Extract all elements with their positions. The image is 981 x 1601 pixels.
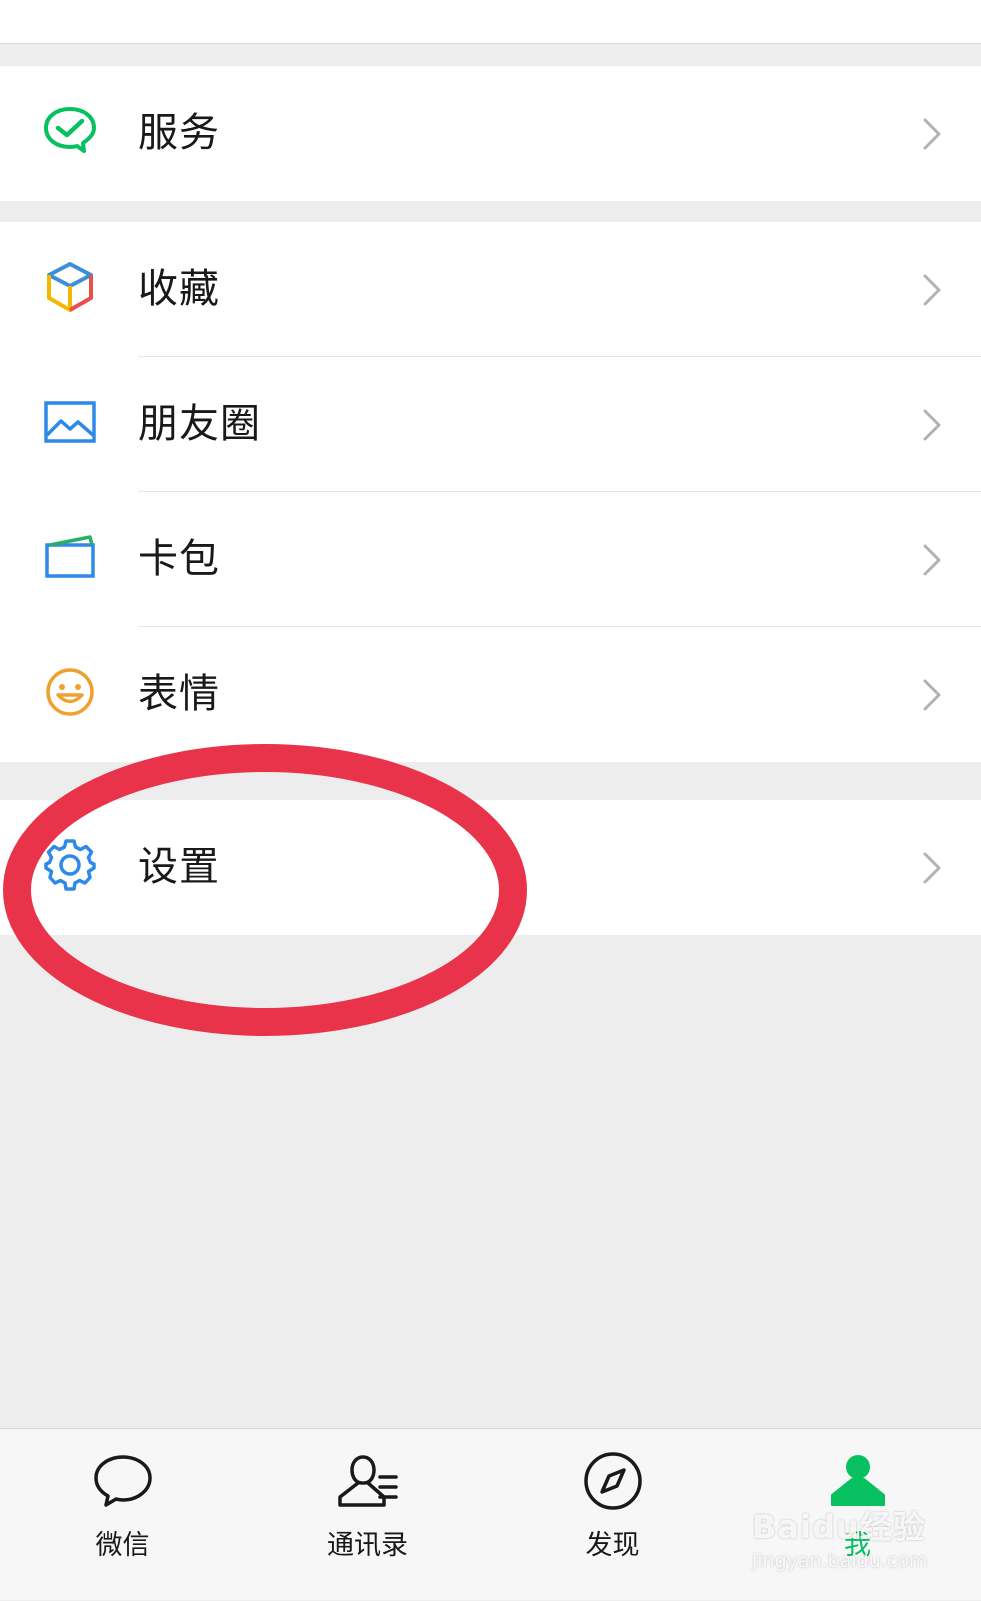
menu-item-settings[interactable]: 设置	[0, 800, 981, 935]
tab-contacts[interactable]: 通讯录	[245, 1429, 490, 1601]
tab-chats[interactable]: 微信	[0, 1429, 245, 1601]
chevron-right-icon	[917, 405, 947, 445]
tab-label-chats: 微信	[95, 1530, 150, 1561]
features-group: 收藏 朋友圈 卡包 表情	[0, 222, 981, 762]
menu-item-service[interactable]: 服务	[0, 66, 981, 201]
menu-item-stickers[interactable]: 表情	[0, 627, 981, 762]
menu-item-cards[interactable]: 卡包	[0, 492, 981, 627]
tab-label-contacts: 通讯录	[327, 1530, 408, 1561]
card-icon	[42, 529, 98, 585]
compass-icon	[581, 1449, 645, 1513]
tab-label-discover: 发现	[585, 1530, 640, 1561]
chevron-right-icon	[917, 540, 947, 580]
tab-discover[interactable]: 发现	[490, 1429, 735, 1601]
menu-label-service: 服务	[138, 110, 220, 156]
chat-bubble-icon	[91, 1449, 155, 1513]
menu-label-stickers: 表情	[138, 671, 220, 717]
gear-icon	[42, 837, 98, 893]
contacts-icon	[336, 1449, 400, 1513]
cube-icon	[42, 259, 98, 315]
menu-label-settings: 设置	[138, 844, 220, 890]
chevron-right-icon	[917, 848, 947, 888]
menu-label-moments: 朋友圈	[138, 401, 261, 447]
chevron-right-icon	[917, 270, 947, 310]
wechat-pay-icon	[42, 103, 98, 159]
service-group: 服务	[0, 66, 981, 201]
chevron-right-icon	[917, 114, 947, 154]
baidu-watermark: Baidu经验 jingyan.baidu.com	[752, 1502, 952, 1582]
chevron-right-icon	[917, 675, 947, 715]
watermark-brand: Baidu经验	[752, 1508, 926, 1546]
image-icon	[42, 394, 98, 450]
top-strip	[0, 0, 981, 44]
smile-icon	[42, 664, 98, 720]
watermark-url: jingyan.baidu.com	[752, 1550, 928, 1572]
menu-label-favorites: 收藏	[138, 266, 220, 312]
menu-item-moments[interactable]: 朋友圈	[0, 357, 981, 492]
menu-item-favorites[interactable]: 收藏	[0, 222, 981, 357]
menu-label-cards: 卡包	[138, 536, 220, 582]
settings-group: 设置	[0, 800, 981, 935]
